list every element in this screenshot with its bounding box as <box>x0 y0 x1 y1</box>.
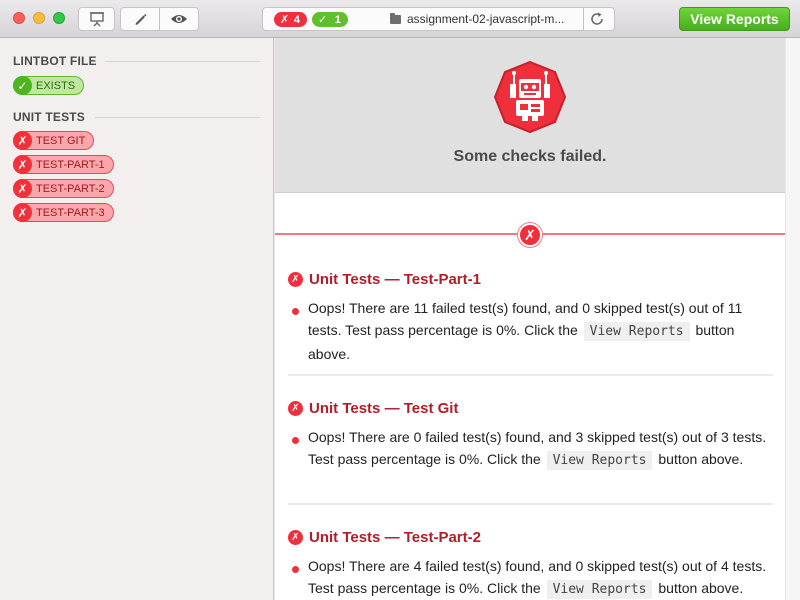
cross-icon: ✗ <box>13 155 32 174</box>
view-reports-reference: View Reports <box>583 322 690 341</box>
section-divider <box>105 61 260 62</box>
check-item-test-part-1[interactable]: ✗ TEST-PART-1 <box>13 155 114 174</box>
results-panel[interactable]: Some checks failed. ✗ ✗ Unit Tests — Tes… <box>275 38 785 600</box>
bullet-icon <box>292 308 299 315</box>
path-bar: ✗ 4 ✓ 1 assignment-02-javascript-m... <box>262 7 615 31</box>
window-titlebar: ✗ 4 ✓ 1 assignment-02-javascript-m... Vi… <box>0 0 800 38</box>
sidebar: LINTBOT FILE ✓ EXISTS UNIT TESTS ✗ TEST … <box>0 38 274 600</box>
section-divider <box>95 117 260 118</box>
window-maximize-button[interactable] <box>53 12 65 24</box>
result-title[interactable]: ✗ Unit Tests — Test-Part-1 <box>288 270 481 288</box>
failure-badge-icon: ✗ <box>518 223 542 247</box>
status-hero: Some checks failed. <box>275 38 785 193</box>
status-message: Some checks failed. <box>453 148 607 165</box>
view-reports-button[interactable]: View Reports <box>679 7 790 31</box>
fail-count-badge[interactable]: ✗ 4 <box>274 12 307 27</box>
result-divider <box>288 374 773 376</box>
bullet-icon <box>292 437 299 444</box>
cross-icon: ✗ <box>288 529 303 545</box>
presentation-icon <box>89 12 104 27</box>
section-heading-unit-tests: UNIT TESTS <box>13 110 86 124</box>
vertical-scrollbar[interactable] <box>785 38 800 600</box>
pass-mark-icon: ✓ <box>318 14 328 26</box>
eye-icon <box>171 15 187 23</box>
presentation-button[interactable] <box>78 7 115 31</box>
window-close-button[interactable] <box>13 12 25 24</box>
cross-icon: ✗ <box>13 203 32 222</box>
cross-icon: ✗ <box>13 131 32 150</box>
cross-icon: ✗ <box>288 271 303 287</box>
check-item-label: TEST GIT <box>36 134 86 147</box>
cross-icon: ✗ <box>13 179 32 198</box>
section-heading-lintbot: LINTBOT FILE <box>13 54 97 68</box>
reload-icon[interactable] <box>589 11 605 27</box>
result-message-tail: button above. <box>658 580 744 596</box>
cross-icon: ✗ <box>288 400 303 416</box>
result-title-text: Unit Tests — Test-Part-1 <box>309 270 481 288</box>
result-message: Oops! There are 4 failed test(s) found, … <box>308 555 768 600</box>
view-reports-reference: View Reports <box>546 580 653 599</box>
folder-path: assignment-02-javascript-m... <box>407 12 565 26</box>
view-reports-reference: View Reports <box>546 451 653 470</box>
fail-count: 4 <box>293 13 300 26</box>
pass-count: 1 <box>334 13 341 26</box>
bullet-icon <box>292 566 299 573</box>
edit-button[interactable] <box>120 7 160 31</box>
preview-button[interactable] <box>159 7 199 31</box>
result-message: Oops! There are 11 failed test(s) found,… <box>308 297 768 365</box>
pencil-icon <box>135 14 147 25</box>
result-title-text: Unit Tests — Test Git <box>309 399 459 417</box>
result-title-text: Unit Tests — Test-Part-2 <box>309 528 481 546</box>
check-item-label: TEST-PART-2 <box>36 182 105 195</box>
check-item-test-git[interactable]: ✗ TEST GIT <box>13 131 95 150</box>
pass-count-badge[interactable]: ✓ 1 <box>312 12 348 27</box>
check-item-label: TEST-PART-1 <box>36 158 105 171</box>
check-item-test-part-2[interactable]: ✗ TEST-PART-2 <box>13 179 114 198</box>
path-bar-divider <box>583 8 584 30</box>
result-title[interactable]: ✗ Unit Tests — Test-Part-2 <box>288 528 481 546</box>
check-item-label: TEST-PART-3 <box>36 206 105 219</box>
robot-icon <box>493 60 567 134</box>
folder-icon <box>390 13 401 24</box>
result-message-tail: button above. <box>658 451 744 467</box>
result-title[interactable]: ✗ Unit Tests — Test Git <box>288 399 458 417</box>
result-divider <box>288 503 773 505</box>
check-item-label: EXISTS <box>36 79 76 92</box>
check-item-exists[interactable]: ✓ EXISTS <box>13 76 85 95</box>
fail-mark-icon: ✗ <box>280 14 290 26</box>
window-minimize-button[interactable] <box>33 12 45 24</box>
check-icon: ✓ <box>13 76 32 95</box>
result-message: Oops! There are 0 failed test(s) found, … <box>308 426 768 472</box>
check-item-test-part-3[interactable]: ✗ TEST-PART-3 <box>13 203 114 222</box>
